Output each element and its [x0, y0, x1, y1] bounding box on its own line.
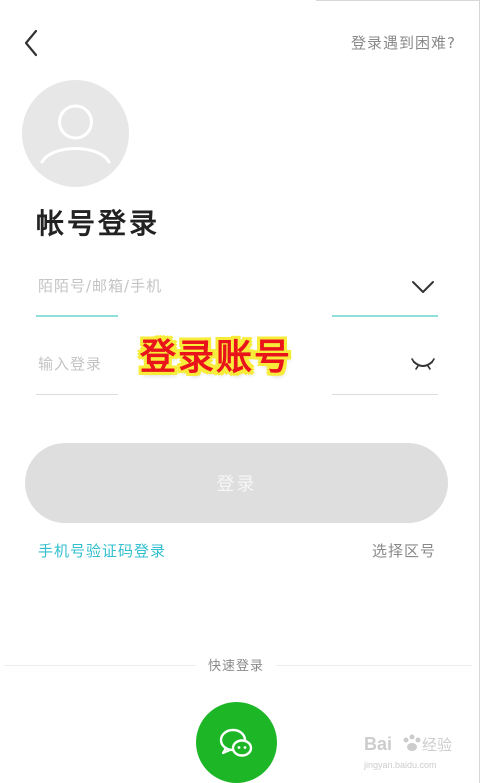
select-region-code-link[interactable]: 选择区号 — [372, 540, 436, 561]
password-underline-right — [332, 394, 438, 395]
password-input[interactable] — [36, 348, 124, 380]
login-help-link[interactable]: 登录遇到困难? — [351, 32, 456, 53]
right-edge-line — [479, 0, 480, 783]
paw-icon — [403, 734, 421, 751]
user-placeholder-icon — [40, 104, 111, 164]
login-button[interactable]: 登录 — [25, 443, 448, 523]
svg-text:Bai: Bai — [364, 734, 392, 754]
account-field — [36, 270, 436, 306]
top-edge-line — [316, 0, 480, 1]
annotation-caption: 登录账号 — [140, 337, 293, 378]
chevron-left-icon — [24, 29, 38, 57]
quick-login-label: 快速登录 — [207, 659, 264, 674]
divider-left — [4, 665, 196, 666]
account-dropdown-button[interactable] — [410, 276, 436, 298]
avatar — [22, 80, 129, 187]
chevron-down-icon — [412, 281, 434, 293]
account-underline-right — [332, 315, 438, 317]
back-button[interactable] — [16, 26, 50, 60]
sms-login-link[interactable]: 手机号验证码登录 — [38, 540, 166, 561]
svg-text:经验: 经验 — [422, 736, 452, 754]
baidu-jingyan-watermark: Bai 经验 jingyan.baidu.com — [362, 728, 462, 776]
page-title: 帐号登录 — [36, 207, 161, 240]
login-screen: 登录遇到困难? 帐号登录 登录账号 登录 手机号验证码登录 选择 — [0, 0, 482, 783]
wechat-login-button[interactable] — [196, 702, 277, 783]
password-visibility-toggle[interactable] — [410, 354, 436, 374]
password-underline — [36, 394, 118, 395]
svg-text:jingyan.baidu.com: jingyan.baidu.com — [363, 760, 437, 770]
eye-closed-icon — [411, 358, 435, 370]
divider-right — [276, 665, 472, 666]
account-underline — [36, 315, 118, 317]
wechat-icon — [219, 728, 253, 757]
account-input[interactable] — [36, 270, 380, 302]
